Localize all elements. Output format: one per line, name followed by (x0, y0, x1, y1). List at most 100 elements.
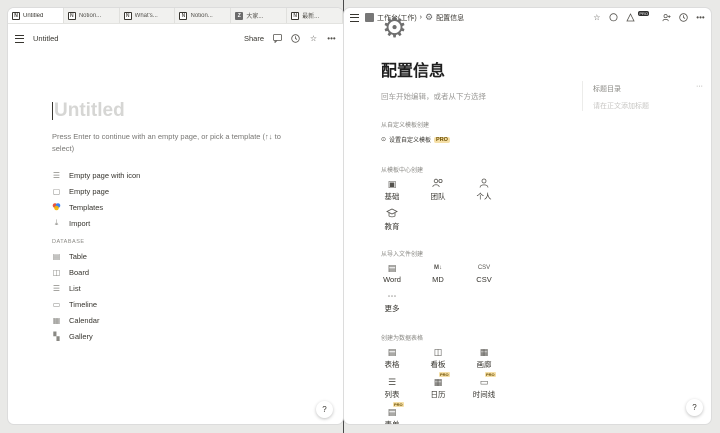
more-dots-icon[interactable]: ••• (696, 13, 705, 22)
section-import-label: 从导入文件创建 (381, 252, 424, 258)
basic-icon: ▣ (387, 179, 397, 189)
breadcrumb-page[interactable]: 配置信息 (436, 13, 464, 23)
add-user-icon[interactable] (662, 13, 671, 22)
db-timeline[interactable]: ▭ PRO 时间线 (473, 372, 496, 400)
template-basic[interactable]: ▣ 基础 (381, 178, 403, 202)
option-empty-page[interactable]: ▢ Empty page (52, 183, 312, 199)
comment-icon[interactable] (609, 13, 618, 22)
option-empty-page-with-icon[interactable]: ☰ Empty page with icon (52, 167, 312, 183)
history-clock-icon[interactable] (679, 13, 688, 22)
notion-icon: N (123, 11, 132, 20)
star-icon[interactable]: ☆ (309, 34, 318, 43)
db-form[interactable]: ▤ PRO 表单 (381, 402, 404, 424)
person-icon (479, 178, 489, 190)
help-button[interactable]: ? (686, 399, 703, 416)
text-caret (52, 102, 53, 120)
table-icon: ▤ (52, 251, 61, 261)
pro-badge: PRO (439, 372, 450, 377)
settings-circle-icon: ⊙ (381, 137, 387, 143)
notion-icon: N (12, 11, 20, 20)
share-button[interactable]: Share (244, 34, 264, 43)
set-custom-template-button[interactable]: ⊙ 设置自定义模板 PRO (381, 135, 450, 144)
board-icon: ◫ (52, 267, 61, 277)
option-gallery[interactable]: ▚ Gallery (52, 328, 312, 344)
hamburger-menu-icon[interactable] (15, 34, 24, 43)
option-timeline[interactable]: ▭ Timeline (52, 296, 312, 312)
table-icon: ▤ (387, 347, 397, 357)
right-window: 工作台(工作) › ⚙ 配置信息 ☆ PRO ••• ⚙ 配置信息 回车开始编辑… (344, 8, 711, 424)
table-of-contents: 标题目录 ··· 请在正文添加标题 (582, 81, 707, 111)
option-table[interactable]: ▤ Table (52, 248, 312, 264)
section-custom-label: 从自定义模板创建 (381, 123, 430, 129)
db-board[interactable]: ◫ 看板 (427, 346, 449, 370)
option-templates[interactable]: Templates (52, 199, 312, 215)
word-icon: ▤ (387, 263, 397, 273)
templates-icon (52, 202, 61, 213)
comment-icon[interactable] (273, 34, 282, 43)
pro-badge: PRO (434, 136, 450, 143)
template-education[interactable]: 教育 (381, 208, 403, 232)
database-grid: ▤ 表格 ◫ 看板 ▦ 画廊 ☰ 列表 ▦ PRO 日历 ▭ PRO 时间线 ▤… (381, 346, 519, 424)
db-calendar[interactable]: ▦ PRO 日历 (427, 372, 450, 400)
template-hint: Press Enter to continue with an empty pa… (52, 132, 281, 153)
db-list[interactable]: ☰ 列表 (381, 376, 403, 400)
gear-icon: ⚙ (425, 12, 434, 22)
page-gear-icon: ⚙ (382, 12, 408, 43)
board-icon: ◫ (433, 347, 443, 357)
tab-notion-2[interactable]: N Notion... (175, 8, 232, 23)
topbar-pro-badge: PRO (638, 11, 649, 16)
template-center-grid: ▣ 基础 团队 个人 教育 (381, 178, 519, 232)
workspace-icon (365, 13, 374, 22)
toc-title: 标题目录 (593, 86, 621, 93)
education-icon (386, 208, 398, 220)
pro-badge: PRO (393, 402, 404, 407)
tab-latest[interactable]: N 最新... (287, 8, 343, 23)
breadcrumb-separator: › (419, 14, 423, 21)
hamburger-menu-icon[interactable] (350, 13, 359, 22)
template-personal[interactable]: 个人 (473, 178, 495, 202)
import-word[interactable]: ▤ Word (381, 262, 403, 284)
tab-bar: N Untitled N Notion... N What's... N Not… (8, 8, 343, 24)
option-board[interactable]: ◫ Board (52, 264, 312, 280)
toc-empty-text: 请在正文添加标题 (593, 103, 649, 110)
section-template-center-label: 从模板中心创建 (381, 168, 424, 174)
csv-icon: CSV (477, 265, 491, 271)
tab-whats[interactable]: N What's... (120, 8, 176, 23)
notion-icon: N (179, 11, 188, 20)
option-import[interactable]: ⤓ Import (52, 215, 312, 231)
import-icon: ⤓ (54, 218, 59, 227)
page-title[interactable]: 配置信息 (381, 57, 445, 81)
calendar-icon: ▦ (52, 315, 61, 325)
breadcrumb: 工作台(工作) › ⚙ 配置信息 (365, 12, 464, 23)
help-button[interactable]: ? (316, 401, 333, 418)
page-breadcrumb[interactable]: Untitled (33, 34, 58, 43)
star-icon[interactable]: ☆ (592, 13, 601, 22)
pro-badge: PRO (485, 372, 496, 377)
timeline-icon: ▭ (52, 299, 61, 309)
db-gallery[interactable]: ▦ 画廊 (473, 346, 495, 370)
page-hint: 回车开始编辑，或者从下方选择 (381, 92, 486, 101)
history-clock-icon[interactable] (291, 34, 300, 43)
share-icon[interactable] (626, 13, 635, 22)
toc-more-icon[interactable]: ··· (696, 83, 703, 90)
tab-notion-1[interactable]: N Notion... (64, 8, 120, 23)
z-app-icon: Z (235, 11, 244, 20)
notion-icon: N (291, 11, 300, 20)
db-table[interactable]: ▤ 表格 (381, 346, 403, 370)
page-options: ☰ Empty page with icon ▢ Empty page Temp… (52, 167, 312, 344)
import-csv[interactable]: CSV CSV (473, 262, 495, 284)
option-list[interactable]: ☰ List (52, 280, 312, 296)
option-calendar[interactable]: ▦ Calendar (52, 312, 312, 328)
page-title-input[interactable]: Untitled (52, 100, 312, 122)
tab-dajia[interactable]: Z 大家... (231, 8, 288, 23)
calendar-icon: ▦ (433, 377, 443, 387)
new-page-content: Untitled Press Enter to continue with an… (52, 100, 312, 344)
template-team[interactable]: 团队 (427, 178, 449, 202)
import-markdown[interactable]: M↓ MD (427, 262, 449, 284)
form-icon: ▤ (387, 407, 397, 417)
tab-untitled[interactable]: N Untitled (8, 8, 64, 23)
markdown-icon: M↓ (434, 265, 442, 271)
more-dots-icon[interactable]: ••• (327, 34, 336, 43)
import-more[interactable]: ⋯ 更多 (381, 290, 403, 314)
list-icon: ☰ (387, 377, 397, 387)
